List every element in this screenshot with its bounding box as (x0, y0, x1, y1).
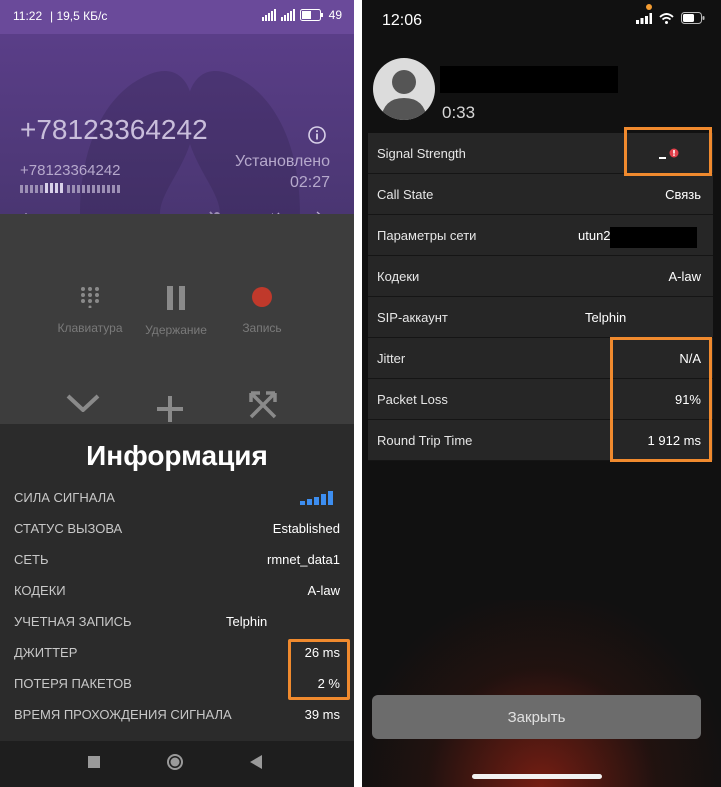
hold-button[interactable]: Удержание (138, 286, 214, 337)
info-row-network: СЕТЬ rmnet_data1 (14, 552, 340, 572)
info-row-value: Telphin (226, 614, 268, 629)
back-triangle-icon (250, 755, 262, 769)
wifi-icon (659, 12, 674, 24)
redacted-network-detail (610, 227, 697, 248)
keypad-button[interactable]: Клавиатура (52, 286, 128, 335)
battery-icon (299, 9, 323, 21)
battery-percent: 49 (328, 8, 342, 22)
back-button[interactable] (250, 755, 262, 774)
android-status-bar: 11:22 | 19,5 КБ/с 49 (0, 0, 354, 34)
android-nav-bar (0, 741, 354, 787)
info-row-key: Round Trip Time (377, 433, 473, 448)
info-row-call-status: СТАТУС ВЫЗОВА Established (14, 521, 340, 541)
info-row-key: Jitter (377, 351, 406, 366)
info-title: Информация (86, 440, 268, 471)
call-status: Установлено (235, 153, 330, 170)
info-row-key: СИЛА СИГНАЛА (14, 490, 115, 505)
info-row-key: Кодеки (377, 269, 420, 284)
info-row-key: Параметры сети (377, 228, 477, 243)
info-row-key: Signal Strength (377, 146, 466, 161)
info-row-key: SIP-аккаунт (377, 310, 448, 325)
info-row-codecs: КОДЕКИ A-law (14, 583, 340, 603)
info-row-key: Call State (377, 187, 434, 202)
square-icon (88, 756, 100, 768)
info-row-value: Связь (665, 187, 701, 202)
signal-icon (261, 9, 276, 21)
info-row-value: Telphin (585, 310, 627, 325)
info-row-sip-account: SIP-аккаунт Telphin (368, 297, 713, 338)
android-call-screen: 11:22 | 19,5 КБ/с 49 +78123364242 +78123… (0, 0, 354, 787)
caller-number: +78123364242 (20, 114, 208, 145)
status-network-speed: | 19,5 КБ/с (50, 9, 108, 23)
signal-quality-bars (20, 183, 120, 193)
background-glow (362, 600, 721, 787)
call-header: +78123364242 +78123364242 Установлено 02… (0, 34, 354, 229)
status-time: 12:06 (382, 12, 423, 29)
record-button[interactable]: Запись (224, 286, 300, 335)
avatar (373, 58, 435, 120)
info-row-value: utun2 (578, 228, 611, 243)
info-row-key: СТАТУС ВЫЗОВА (14, 521, 123, 536)
call-controls: Клавиатура Удержание Запись (0, 214, 354, 424)
info-row-key: ПОТЕРЯ ПАКЕТОВ (14, 676, 132, 691)
home-indicator[interactable] (472, 774, 602, 779)
status-icons: 49 (261, 8, 342, 22)
info-row-round-trip: ВРЕМЯ ПРОХОЖДЕНИЯ СИГНАЛА 39 ms (14, 707, 340, 727)
call-duration: 02:27 (289, 174, 330, 191)
battery-icon (681, 12, 705, 24)
info-row-key: СЕТЬ (14, 552, 49, 567)
highlight-box-metrics (610, 337, 712, 462)
record-label: Запись (242, 321, 282, 335)
pause-icon (167, 286, 185, 310)
info-row-key: УЧЕТНАЯ ЗАПИСЬ (14, 614, 132, 629)
info-row-value: A-law (307, 583, 340, 598)
record-icon (252, 287, 272, 307)
divider (354, 0, 362, 787)
person-icon (381, 70, 427, 120)
highlight-box (288, 639, 350, 700)
redacted-caller-name (440, 66, 618, 93)
keypad-label: Клавиатура (57, 321, 123, 335)
add-call-icon[interactable] (157, 396, 183, 422)
hold-label: Удержание (145, 323, 207, 337)
info-row-value: 39 ms (304, 707, 340, 722)
status-time: 11:22 (13, 9, 43, 23)
info-row-signal-strength: СИЛА СИГНАЛА (14, 490, 340, 510)
signal-icon-2 (280, 9, 295, 21)
check-icon[interactable] (66, 392, 100, 412)
info-row-call-state: Call State Связь (368, 174, 713, 215)
info-row-value: rmnet_data1 (267, 552, 340, 567)
info-row-value: A-law (668, 269, 701, 284)
ios-call-screen: 12:06 0:33 Signal Strength Call State Св… (362, 0, 721, 787)
signal-strength-icon (300, 491, 333, 505)
highlight-box-signal (624, 127, 712, 176)
info-icon[interactable] (307, 125, 327, 145)
circle-icon (167, 754, 183, 770)
status-icons (636, 12, 705, 24)
info-row-key: Packet Loss (377, 392, 448, 407)
recents-button[interactable] (88, 755, 100, 773)
caller-number-small: +78123364242 (20, 162, 121, 179)
keypad-icon (81, 287, 99, 309)
indicator-dot (646, 4, 652, 10)
transfer-icon[interactable] (248, 390, 278, 420)
info-row-value: Established (272, 521, 340, 536)
info-row-key: ВРЕМЯ ПРОХОЖДЕНИЯ СИГНАЛА (14, 707, 232, 722)
info-row-account: УЧЕТНАЯ ЗАПИСЬ Telphin (14, 614, 340, 634)
close-button[interactable]: Закрыть (372, 695, 701, 739)
info-row-codecs: Кодеки A-law (368, 256, 713, 297)
call-duration: 0:33 (442, 103, 476, 122)
cellular-signal-icon (636, 12, 652, 24)
home-button[interactable] (166, 753, 184, 776)
info-row-key: ДЖИТТЕР (14, 645, 78, 660)
info-row-key: КОДЕКИ (14, 583, 66, 598)
